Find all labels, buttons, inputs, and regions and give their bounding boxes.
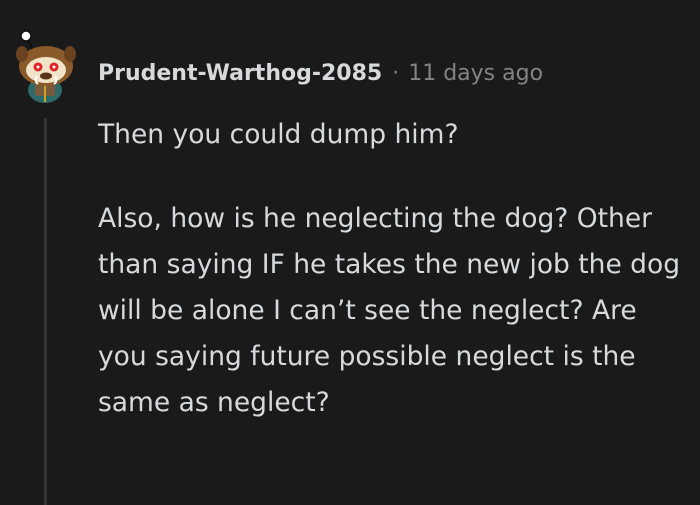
comment-paragraph: Then you could dump him?: [98, 119, 459, 150]
comment-paragraph: Also, how is he neglecting the dog? Othe…: [98, 203, 681, 418]
comment-body: Then you could dump him? Also, how is he…: [98, 112, 688, 426]
meta-separator: ·: [392, 60, 400, 86]
thread-collapse-line[interactable]: [44, 118, 47, 505]
snoo-avatar-icon[interactable]: [13, 28, 79, 104]
comment-timestamp[interactable]: 11 days ago: [408, 61, 543, 86]
comment-meta: Prudent-Warthog-2085 · 11 days ago: [98, 58, 543, 88]
comment: Prudent-Warthog-2085 · 11 days ago Then …: [0, 0, 700, 505]
author-username[interactable]: Prudent-Warthog-2085: [98, 61, 382, 86]
